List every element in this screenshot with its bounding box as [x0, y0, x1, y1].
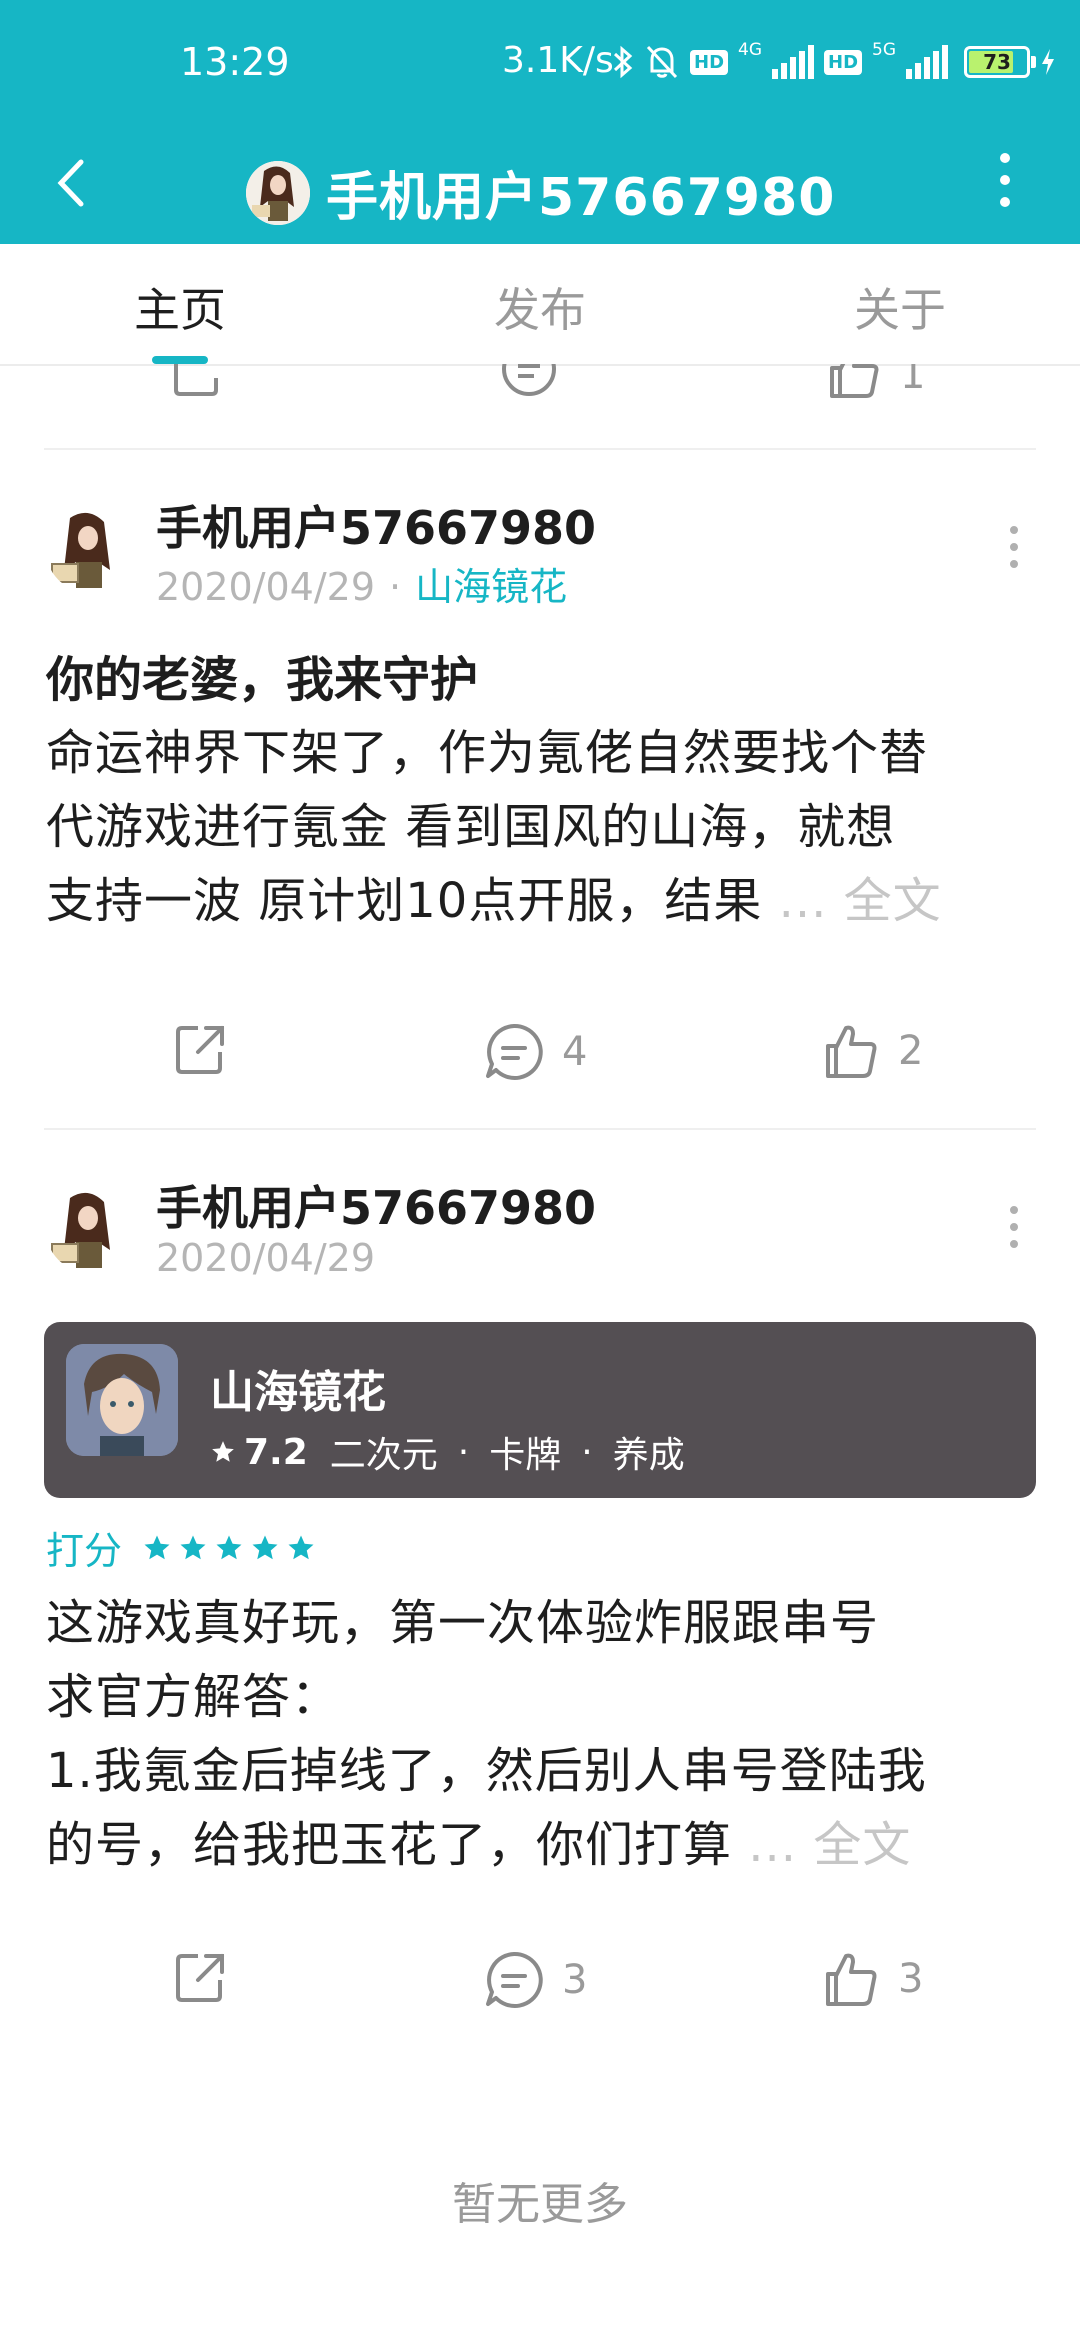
- network-speed: 3.1K/s: [502, 40, 614, 81]
- status-bar: 13:29 3.1K/s HD 4G HD 5G 73: [0, 0, 1080, 125]
- post-options-button[interactable]: [1004, 522, 1024, 572]
- back-button[interactable]: [40, 153, 100, 213]
- star-icon: [252, 1535, 278, 1559]
- star-icon: [216, 1535, 242, 1559]
- like-button[interactable]: 3: [822, 1950, 923, 2008]
- divider: [44, 448, 1036, 450]
- post-meta: 2020/04/29: [156, 1236, 375, 1280]
- game-card[interactable]: 山海镜花 7.2 二次元 · 卡牌 · 养成: [44, 1322, 1036, 1498]
- status-time: 13:29: [180, 40, 290, 84]
- more-vertical-icon: [1010, 1206, 1018, 1214]
- comment-button[interactable]: 4: [484, 1022, 587, 1082]
- tab-about[interactable]: 关于: [800, 274, 1000, 340]
- share-icon[interactable]: [172, 364, 228, 400]
- signal-icon: [772, 45, 815, 79]
- avatar[interactable]: [46, 508, 130, 592]
- divider: [44, 1128, 1036, 1130]
- post-actions: 4 2: [0, 1022, 1080, 1092]
- post-date: 2020/04/29: [156, 565, 376, 609]
- like-count: 2: [898, 1028, 924, 1074]
- star-icon: [144, 1535, 170, 1559]
- status-icons: HD 4G HD 5G 73: [612, 40, 1056, 84]
- bluetooth-icon: [613, 45, 633, 79]
- post-options-button[interactable]: [1004, 1202, 1024, 1252]
- no-more-label: 暂无更多: [452, 2179, 628, 2230]
- more-menu-button[interactable]: [990, 145, 1020, 215]
- tab-home[interactable]: 主页: [80, 274, 280, 340]
- more-vertical-icon: [1010, 526, 1018, 534]
- game-score: 7.2: [244, 1431, 308, 1473]
- network-type: 4G: [738, 40, 763, 60]
- post-date: 2020/04/29: [156, 1236, 376, 1280]
- comment-icon[interactable]: [500, 364, 558, 398]
- profile-title: 手机用户57667980: [246, 155, 835, 230]
- star-icon: [288, 1535, 314, 1559]
- like-count: 1: [900, 364, 926, 398]
- post-game-link[interactable]: 山海镜花: [415, 565, 567, 609]
- like-icon[interactable]: [826, 364, 882, 400]
- star-icon: [180, 1535, 206, 1559]
- post-actions: 3 3: [0, 1950, 1080, 2020]
- network-type: 5G: [872, 40, 897, 60]
- hd-badge: HD: [824, 49, 863, 75]
- share-icon: [176, 1026, 224, 1074]
- post-title: 你的老婆，我来守护: [46, 652, 479, 708]
- like-button[interactable]: 2: [822, 1022, 923, 1080]
- comment-icon: [486, 1951, 543, 2008]
- battery-icon: 73: [964, 46, 1037, 78]
- share-button[interactable]: [172, 1950, 228, 2006]
- game-tag: 二次元: [329, 1435, 438, 1476]
- comment-button[interactable]: 3: [484, 1950, 587, 2010]
- read-more-link[interactable]: ... 全文: [748, 1817, 911, 1873]
- active-tab-indicator: [152, 356, 208, 364]
- signal-icon: [906, 45, 949, 79]
- read-more-link[interactable]: ... 全文: [779, 873, 942, 929]
- chevron-left-icon: [57, 159, 84, 207]
- comment-count: 3: [562, 1957, 588, 2003]
- tab-posts[interactable]: 发布: [440, 274, 640, 340]
- game-info: 7.2 二次元 · 卡牌 · 养成: [210, 1426, 685, 1478]
- avatar[interactable]: [46, 1188, 130, 1272]
- share-icon: [176, 1954, 224, 2002]
- post-body[interactable]: 这游戏真好玩，第一次体验炸服跟串号 求官方解答： 1.我氪金后掉线了，然后别人串…: [46, 1586, 1036, 1882]
- charging-icon: [1042, 49, 1055, 75]
- comment-icon: [486, 1023, 543, 1080]
- rating-row: 打分: [46, 1520, 316, 1575]
- more-vertical-icon: [1000, 153, 1010, 163]
- prev-post-actions: 1: [0, 364, 1080, 402]
- post-body[interactable]: 命运神界下架了，作为氪佬自然要找个替 代游戏进行氪金 看到国风的山海，就想 支持…: [46, 716, 1036, 938]
- like-icon: [826, 1953, 877, 2006]
- like-count: 3: [898, 1956, 924, 2002]
- game-tag: 卡牌: [489, 1435, 562, 1476]
- profile-tabs: 主页 发布 关于: [0, 244, 1080, 366]
- game-name: 山海镜花: [210, 1367, 386, 1418]
- bell-off-icon: [646, 45, 678, 79]
- game-tag: 养成: [612, 1435, 685, 1476]
- comment-count: 4: [562, 1029, 588, 1075]
- page-title: 手机用户57667980: [326, 168, 836, 228]
- like-icon: [826, 1025, 877, 1078]
- avatar[interactable]: [246, 160, 310, 225]
- post-author[interactable]: 手机用户57667980: [156, 492, 596, 558]
- post-meta: 2020/04/29 · 山海镜花: [156, 565, 568, 609]
- rating-label: 打分: [46, 1529, 123, 1573]
- game-icon: [66, 1344, 178, 1456]
- hd-badge: HD: [690, 49, 729, 75]
- star-icon: [212, 1441, 234, 1462]
- app-header: 13:29 3.1K/s HD 4G HD 5G 73 手机用户57667980: [0, 0, 1080, 244]
- title-bar: 手机用户57667980: [0, 125, 1080, 244]
- post-author[interactable]: 手机用户57667980: [156, 1172, 596, 1238]
- share-button[interactable]: [172, 1022, 228, 1078]
